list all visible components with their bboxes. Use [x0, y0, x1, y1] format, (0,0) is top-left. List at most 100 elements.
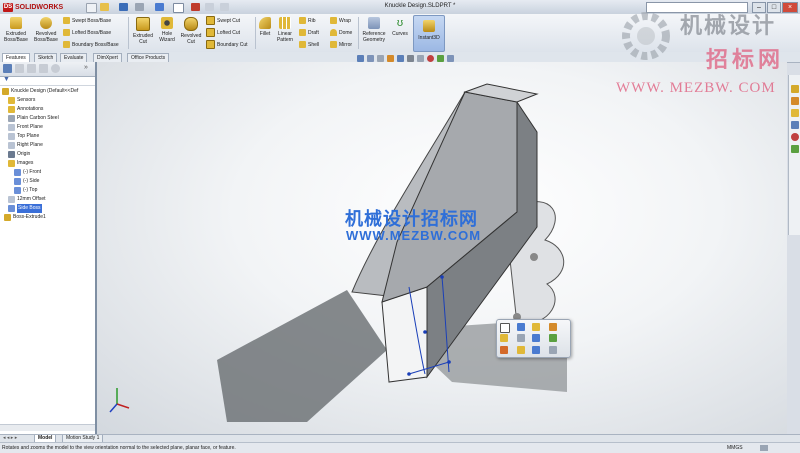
undo-icon[interactable] [155, 3, 164, 11]
appearances-icon[interactable] [791, 133, 799, 141]
shell-button[interactable]: Shell [299, 40, 319, 49]
extruded-boss-button[interactable]: Extruded Boss/Base [3, 17, 29, 43]
view-orientation-icon[interactable] [397, 55, 404, 62]
site-watermark: 机械设计 招标网 WWW. MEZBW. COM [616, 4, 800, 104]
unit-system[interactable]: MMGS [727, 444, 743, 452]
graphics-viewport[interactable] [97, 62, 787, 434]
curves-button[interactable]: ʊ Curves [390, 17, 410, 37]
display-style-icon[interactable] [407, 55, 414, 62]
help-icon[interactable] [760, 445, 768, 451]
lofted-cut-button[interactable]: Lofted Cut [206, 28, 240, 37]
configuration-manager-icon[interactable] [27, 64, 36, 73]
tab-dimxpert[interactable]: DimXpert [93, 53, 122, 62]
normal-to-icon[interactable] [517, 334, 525, 342]
feature-manager-panel: » ▼ Knuckle Design (Default<<Def Sensors… [0, 62, 97, 440]
print-icon[interactable] [135, 3, 144, 11]
select-arrow-icon[interactable] [173, 3, 184, 13]
instant3d-icon [423, 20, 435, 32]
select-icon[interactable] [500, 323, 510, 333]
hole-wizard-button[interactable]: Hole Wizard [156, 17, 178, 43]
view-icon[interactable] [532, 346, 540, 354]
tree-item[interactable]: Origin [8, 150, 30, 159]
display-manager-icon[interactable] [51, 64, 60, 73]
status-message: Rotates and zooms the model to the view … [2, 445, 236, 451]
tab-evaluate[interactable]: Evaluate [60, 53, 88, 62]
section-view-icon[interactable] [387, 55, 394, 62]
open-folder-icon[interactable] [100, 3, 109, 11]
dimxpert-manager-icon[interactable] [39, 64, 48, 73]
options-icon[interactable] [220, 3, 229, 11]
file-explorer-icon[interactable] [791, 109, 799, 117]
tree-filter[interactable]: ▼ [0, 76, 95, 86]
tree-item[interactable]: (-) Top [14, 186, 37, 195]
tree-item[interactable]: Plain Carbon Steel [8, 114, 59, 123]
hide-icon[interactable] [500, 334, 508, 342]
tab-sketch[interactable]: Sketch [34, 53, 58, 62]
apply-scene-icon[interactable] [437, 55, 444, 62]
tree-item[interactable]: Images [8, 159, 33, 168]
tree-item[interactable]: (-) Side [14, 177, 39, 186]
boundary-boss-button[interactable]: Boundary Boss/Base [63, 40, 119, 49]
zoom-to-fit-icon[interactable] [357, 55, 364, 62]
tree-item[interactable]: Front Plane [8, 123, 43, 132]
zoom-to-selection-icon[interactable] [532, 334, 540, 342]
tab-scroll-arrows-icon[interactable]: ◂ ◂ ▸ ▸ [3, 435, 17, 441]
revolved-cut-icon [184, 17, 198, 31]
tab-features[interactable]: Features [2, 53, 30, 62]
tree-item[interactable]: Boss-Extrude1 [4, 213, 46, 222]
lofted-boss-button[interactable]: Lofted Boss/Base [63, 28, 111, 37]
draft-button[interactable]: Draft [299, 28, 319, 37]
custom-properties-icon[interactable] [791, 145, 799, 153]
panel-horizontal-scrollbar[interactable] [0, 424, 95, 431]
tree-item[interactable]: Side Boss [8, 204, 42, 213]
dome-button[interactable]: Dome [330, 28, 352, 37]
tree-item[interactable]: (-) Front [14, 168, 41, 177]
revolved-boss-button[interactable]: Revolved Boss/Base [32, 17, 60, 43]
more-icon[interactable] [549, 346, 557, 354]
appearance-icon[interactable] [549, 323, 557, 331]
save-icon[interactable] [119, 3, 128, 11]
feature-manager-icon[interactable] [3, 64, 12, 73]
tree-item[interactable]: Right Plane [8, 141, 43, 150]
file-properties-icon[interactable] [205, 3, 214, 11]
edit-feature-icon[interactable] [532, 323, 540, 331]
mirror-label: Mirror [339, 41, 353, 48]
view-palette-icon[interactable] [791, 121, 799, 129]
tree-item[interactable]: Annotations [8, 105, 43, 114]
hide-show-items-icon[interactable] [417, 55, 424, 62]
gear-watermark-icon [622, 12, 670, 60]
measure-icon[interactable] [500, 346, 508, 354]
zoom-area-icon[interactable] [367, 55, 374, 62]
fillet-button[interactable]: Fillet [258, 17, 272, 37]
tree-item[interactable]: Top Plane [8, 132, 39, 141]
edit-sketch-icon[interactable] [517, 323, 525, 331]
swept-boss-button[interactable]: Swept Boss/Base [63, 16, 111, 25]
property-manager-icon[interactable] [15, 64, 24, 73]
revolved-cut-button[interactable]: Revolved Cut [179, 17, 203, 45]
instant3d-button[interactable]: Instant3D [413, 15, 445, 52]
extruded-cut-button[interactable]: Extruded Cut [131, 17, 155, 45]
linear-pattern-button[interactable]: Linear Pattern [273, 17, 297, 43]
tab-office-products[interactable]: Office Products [127, 53, 170, 62]
previous-view-icon[interactable] [377, 55, 384, 62]
rib-button[interactable]: Rib [299, 16, 316, 25]
tree-root[interactable]: Knuckle Design (Default<<Def [2, 87, 78, 96]
tree-item[interactable]: 12mm Offset [8, 195, 46, 204]
filter-icon: ▼ [3, 76, 10, 83]
ribbon-separator [255, 17, 256, 49]
swept-cut-button[interactable]: Swept Cut [206, 16, 240, 25]
new-document-icon[interactable] [86, 3, 97, 13]
edit-appearance-icon[interactable] [427, 55, 434, 62]
solidworks-logo[interactable]: DS SOLIDWORKS [3, 2, 63, 12]
view-settings-icon[interactable] [447, 55, 454, 62]
boundary-cut-button[interactable]: Boundary Cut [206, 40, 248, 49]
pattern-icon[interactable] [549, 334, 557, 342]
reference-geometry-button[interactable]: Reference Geometry [360, 17, 388, 43]
wrap-button[interactable]: Wrap [330, 16, 351, 25]
mirror-button[interactable]: Mirror [330, 40, 352, 49]
expand-panel-icon[interactable]: » [84, 64, 88, 71]
lofted-cut-icon [206, 28, 215, 37]
sketch-icon[interactable] [517, 346, 525, 354]
rebuild-icon[interactable] [191, 3, 200, 11]
tree-item[interactable]: Sensors [8, 96, 35, 105]
